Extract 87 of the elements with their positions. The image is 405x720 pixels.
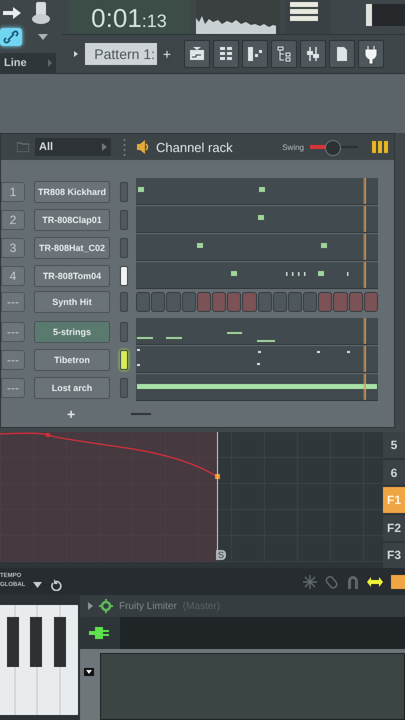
selector-light[interactable] — [120, 266, 128, 286]
track-label[interactable]: F2 — [383, 514, 405, 541]
note-bar[interactable] — [258, 351, 261, 354]
piano-roll-icon — [245, 44, 265, 64]
channel-number-button[interactable]: --- — [1, 292, 25, 312]
time-text: 0:01 — [91, 4, 142, 32]
reset-icon[interactable] — [50, 578, 62, 591]
selector-light[interactable] — [120, 350, 128, 370]
note-bar[interactable] — [137, 349, 140, 352]
link-icon — [3, 30, 19, 44]
note-bar[interactable] — [137, 384, 377, 390]
step-note[interactable] — [318, 271, 324, 276]
playhead-line — [363, 234, 366, 260]
time-text: :13 — [142, 10, 167, 32]
channel-name-button[interactable]: Tibetron — [34, 348, 110, 371]
filter-dropdown[interactable]: All — [35, 138, 111, 156]
swing-slider[interactable] — [310, 139, 358, 156]
expand-icon[interactable] — [88, 602, 93, 610]
toolbar-button[interactable] — [242, 40, 268, 68]
toolbar-button[interactable] — [358, 40, 384, 68]
knob-icon[interactable] — [30, 0, 52, 26]
note-bar[interactable] — [257, 363, 260, 366]
gear-icon[interactable] — [99, 599, 113, 613]
pattern-selector[interactable]: Pattern 1: — [85, 43, 157, 65]
snap-dropdown[interactable]: Line — [0, 53, 56, 73]
track-label[interactable]: 6 — [383, 460, 405, 486]
playhead-line — [363, 346, 366, 372]
channel-name-button[interactable]: Synth Hit — [34, 291, 110, 314]
channel-name-button[interactable]: TR-808Clap01 — [34, 208, 110, 231]
channel-name-button[interactable]: Lost arch — [34, 376, 110, 399]
channel-name-button[interactable]: TR-808Tom04 — [34, 264, 110, 287]
drag-handle-icon[interactable] — [123, 138, 126, 156]
playhead-line — [363, 262, 366, 288]
note-bar[interactable] — [137, 364, 140, 366]
channel-number-button[interactable]: --- — [1, 350, 25, 370]
step-note[interactable] — [231, 271, 237, 276]
toolbar-button[interactable] — [300, 40, 326, 68]
playhead-line — [363, 178, 366, 204]
caret-icon — [102, 143, 107, 152]
playhead-line — [363, 318, 366, 344]
add-channel-button[interactable]: + — [65, 406, 78, 422]
link-button[interactable] — [0, 28, 22, 46]
dropdown-icon[interactable] — [84, 668, 94, 676]
marker-flag[interactable]: S — [216, 550, 226, 560]
caret-icon[interactable] — [38, 34, 48, 40]
caret-icon[interactable] — [33, 582, 42, 588]
channel-number-button[interactable]: 2 — [1, 210, 25, 230]
channel-name-button[interactable]: 5-strings — [34, 320, 110, 343]
channel-number-button[interactable]: --- — [1, 378, 25, 398]
plug-icon — [89, 625, 111, 641]
swing-label: Swing — [282, 142, 304, 152]
plugin-name: Fruity Limiter — [119, 600, 177, 612]
step-note[interactable] — [197, 243, 203, 248]
note-bar[interactable] — [137, 337, 153, 340]
pill-icon[interactable] — [325, 574, 339, 589]
snowflake-icon[interactable] — [303, 574, 317, 589]
toolbar-button[interactable] — [213, 40, 239, 68]
track-label[interactable]: 5 — [383, 432, 405, 458]
channel-number-button[interactable]: 1 — [1, 182, 25, 202]
playhead-line — [363, 206, 366, 232]
toolbar-button[interactable] — [184, 40, 210, 68]
grid-view-icon[interactable] — [372, 141, 388, 154]
playhead-line — [363, 374, 366, 400]
step-note[interactable] — [138, 187, 144, 192]
panel-tab[interactable] — [391, 574, 405, 589]
magnet-icon[interactable] — [347, 574, 359, 589]
channel-name-button[interactable]: TR808 Kickhard — [34, 180, 110, 203]
speaker-icon[interactable] — [136, 140, 150, 154]
toolbar-button[interactable] — [329, 40, 355, 68]
toolbar-button[interactable] — [271, 40, 297, 68]
channel-number-button[interactable]: 4 — [1, 266, 25, 286]
step-note[interactable] — [259, 187, 265, 192]
meter-icon — [290, 2, 318, 24]
note-bar[interactable] — [166, 337, 182, 340]
step-note[interactable] — [321, 243, 327, 248]
note-bar[interactable] — [257, 340, 275, 342]
note-bar[interactable] — [317, 351, 320, 354]
plugin-button[interactable] — [80, 617, 120, 649]
channel-name-button[interactable]: TR-808Hat_C02 — [34, 236, 110, 259]
channel-number-button[interactable]: --- — [1, 322, 25, 342]
resize-arrows-icon[interactable] — [367, 576, 383, 587]
track-label[interactable]: F3 — [383, 542, 405, 568]
step-note[interactable] — [258, 215, 264, 220]
window-title: Channel rack — [156, 140, 233, 155]
channel-number-button[interactable]: 3 — [1, 238, 25, 258]
note-bar[interactable] — [227, 332, 242, 334]
note-bar[interactable] — [347, 351, 350, 354]
